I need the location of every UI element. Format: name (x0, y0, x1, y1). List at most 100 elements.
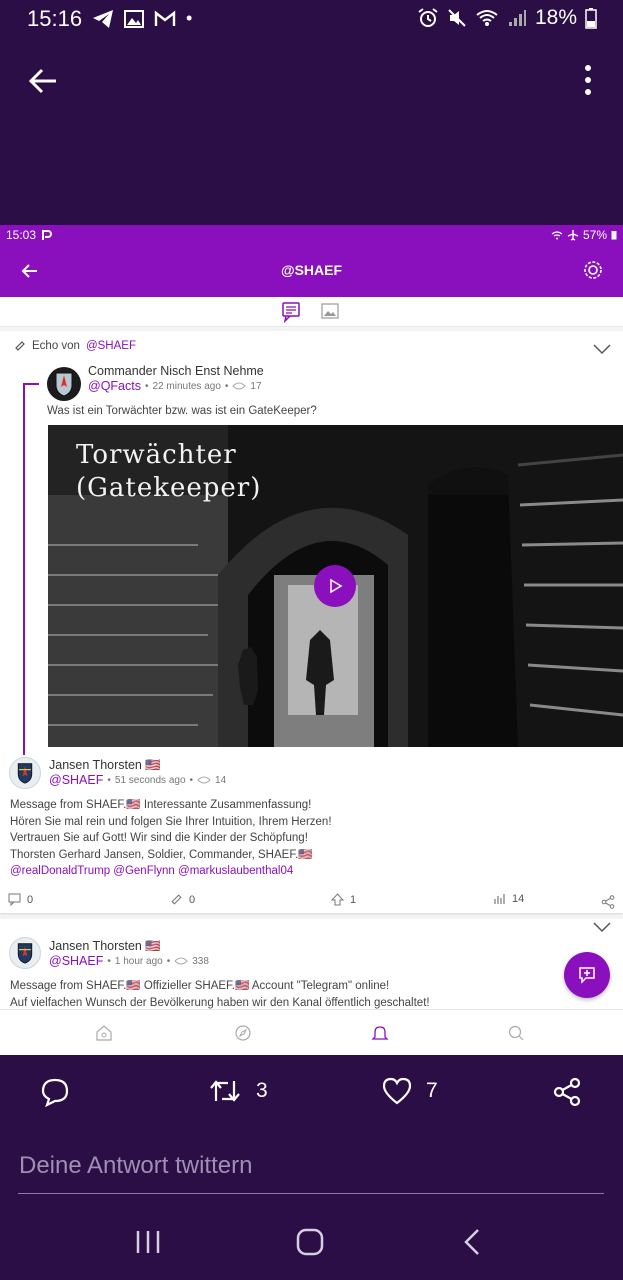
author-name[interactable]: Jansen Thorsten 🇺🇸 (49, 939, 161, 954)
share-button[interactable] (552, 1077, 582, 1107)
upvote-count: 1 (350, 893, 357, 906)
signal-icon (508, 10, 526, 26)
back-arrow-icon[interactable] (26, 64, 60, 98)
comment-icon (8, 893, 21, 906)
quoted-handle[interactable]: @QFacts (88, 379, 141, 393)
inner-battery-icon (611, 231, 617, 240)
post-line: Hören Sie mal rein und folgen Sie Ihrer … (10, 815, 332, 828)
gmail-icon (154, 10, 176, 26)
avatar[interactable] (47, 367, 81, 401)
echo-handle-link[interactable]: @SHAEF (86, 340, 136, 352)
author-views: 338 (192, 955, 209, 967)
upvote-icon (331, 893, 344, 906)
retweet-count: 3 (256, 1079, 268, 1102)
battery-icon (585, 8, 597, 29)
chevron-down-icon[interactable] (593, 921, 611, 933)
retweet-icon (210, 1080, 240, 1102)
echo-icon (171, 894, 182, 905)
mute-icon (448, 9, 466, 27)
compass-icon[interactable] (234, 1024, 252, 1042)
post-line: Message from SHAEF.🇺🇸 Interessante Zusam… (10, 799, 312, 811)
echo-row: Echo von @SHAEF (14, 340, 136, 352)
post-line: Vertrauen Sie auf Gott! Wir sind die Kin… (10, 832, 308, 844)
video-title-line2: (Gatekeeper) (76, 473, 262, 503)
video-title-line1: Torwächter (76, 440, 237, 470)
shield-avatar-icon (17, 943, 33, 964)
quoted-time: 22 minutes ago (152, 380, 221, 392)
author-meta: @SHAEF • 51 seconds ago • 14 (49, 773, 227, 787)
author-meta: @SHAEF • 1 hour ago • 338 (49, 954, 209, 968)
author-name[interactable]: Jansen Thorsten 🇺🇸 (49, 758, 161, 773)
chevron-down-icon[interactable] (593, 343, 611, 355)
recent-apps-icon[interactable] (135, 1228, 161, 1256)
post-card[interactable]: Jansen Thorsten 🇺🇸 @SHAEF • 1 hour ago •… (0, 919, 623, 1009)
post-line: Thorsten Gerhard Jansen, Soldier, Comman… (10, 848, 313, 861)
inner-status-time: 15:03 (6, 228, 37, 242)
like-count: 7 (426, 1079, 438, 1102)
tweet-actions: 3 7 (0, 1055, 623, 1135)
echo-prefix: Echo von (32, 340, 80, 352)
compose-icon (579, 967, 595, 984)
inner-page-title: @SHAEF (280, 262, 343, 278)
system-icons: 18% (417, 6, 597, 30)
compose-button[interactable] (564, 952, 610, 998)
search-icon[interactable] (507, 1024, 525, 1042)
author-handle[interactable]: @SHAEF (49, 773, 103, 787)
reply-input[interactable]: Deine Antwort twittern (18, 1140, 604, 1194)
comment-button[interactable]: 0 (8, 893, 33, 906)
status-bar: 15:16 • 18% (0, 0, 623, 40)
system-nav-bar (0, 1200, 623, 1280)
wifi-icon (476, 10, 498, 26)
views-stat: 14 (493, 893, 524, 905)
tab-posts-icon[interactable] (276, 301, 306, 323)
overflow-menu-icon[interactable] (583, 64, 593, 96)
embedded-screenshot[interactable]: 15:03 57% @SHAEF Echo von @SHAEF Command… (0, 225, 623, 1055)
quoted-author-name[interactable]: Commander Nisch Enst Nehme (88, 364, 264, 378)
quoted-views: 17 (250, 380, 262, 392)
tab-media-icon[interactable] (321, 303, 339, 319)
play-button[interactable] (314, 565, 356, 607)
avatar[interactable] (9, 937, 41, 969)
author-time: 51 seconds ago (114, 774, 186, 786)
notification-icons: • (92, 8, 192, 29)
echo-icon (15, 341, 25, 351)
retweet-button[interactable]: 3 (208, 1077, 268, 1105)
reply-placeholder: Deine Antwort twittern (19, 1152, 253, 1179)
avatar[interactable] (9, 757, 41, 789)
inner-battery-percent: 57% (582, 228, 607, 242)
home-button-icon[interactable] (296, 1228, 324, 1256)
inner-bottom-nav (0, 1009, 623, 1055)
post-card[interactable]: Echo von @SHAEF Commander Nisch Enst Neh… (0, 331, 623, 913)
upvote-button[interactable]: 1 (331, 893, 356, 906)
author-time: 1 hour ago (114, 955, 163, 967)
thread-hook (23, 383, 39, 385)
mention-links[interactable]: @realDonaldTrump @GenFlynn @markuslauben… (10, 863, 332, 880)
share-icon[interactable] (601, 895, 615, 909)
home-icon[interactable] (95, 1024, 113, 1042)
like-button[interactable]: 7 (382, 1077, 438, 1105)
video-title: Torwächter (Gatekeeper) (76, 439, 261, 505)
inner-tab-bar (0, 297, 623, 327)
airplane-icon (567, 230, 579, 241)
reply-button[interactable] (40, 1077, 70, 1107)
post-actions: 0 0 1 14 (0, 893, 623, 913)
alarm-icon (418, 8, 438, 27)
author-handle[interactable]: @SHAEF (49, 954, 103, 968)
notifications-icon[interactable] (371, 1024, 389, 1042)
inner-app-bar: @SHAEF (0, 245, 623, 297)
back-button-icon[interactable] (462, 1228, 482, 1256)
echo-button[interactable]: 0 (170, 893, 195, 906)
share-icon (553, 1077, 581, 1107)
play-icon (330, 578, 343, 594)
quoted-text: Was ist ein Torwächter bzw. was ist ein … (47, 405, 317, 417)
post-body: Message from SHAEF.🇺🇸 Interessante Zusam… (10, 797, 332, 880)
bar-chart-icon (494, 894, 505, 904)
inner-status-bar: 15:03 57% (0, 225, 623, 245)
eye-icon (232, 382, 247, 390)
quoted-meta: @QFacts • 22 minutes ago • 17 (88, 379, 262, 393)
video-player[interactable]: Torwächter (Gatekeeper) (48, 425, 623, 747)
status-time: 15:16 (27, 6, 83, 31)
echo-count: 0 (189, 893, 196, 906)
gear-icon[interactable] (581, 258, 605, 282)
comment-count: 0 (27, 893, 34, 906)
